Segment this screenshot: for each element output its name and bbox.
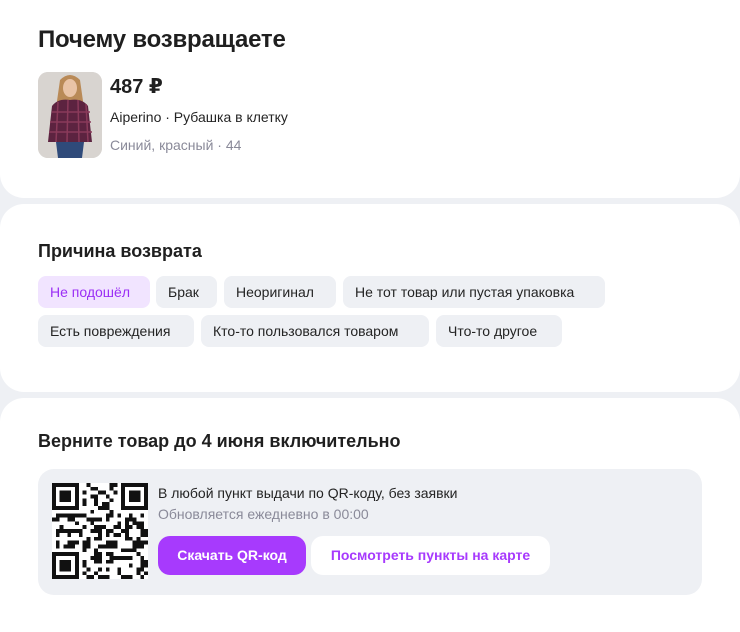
page-title: Почему возвращаете xyxy=(38,26,286,53)
product-card: Почему возвращаете 487 ₽ Aiperino · Руба xyxy=(0,0,740,198)
reason-title: Причина возврата xyxy=(38,241,202,261)
view-map-button[interactable]: Посмотреть пункты на карте xyxy=(311,536,550,575)
qr-description: В любой пункт выдачи по QR-коду, без зая… xyxy=(158,485,458,501)
qr-update-note: Обновляется ежедневно в 00:00 xyxy=(158,506,369,522)
product-name[interactable]: Aiperino · Рубашка в клетку xyxy=(110,109,288,125)
reason-card: Причина возврата Не подошёл Брак Неориги… xyxy=(0,204,740,392)
reason-chip-other[interactable]: Что-то другое xyxy=(436,315,562,347)
return-card: Верните товар до 4 июня включительно В л… xyxy=(0,398,740,632)
reason-chip-wrong-item[interactable]: Не тот товар или пустая упаковка xyxy=(343,276,605,308)
deadline-title: Верните товар до 4 июня включительно xyxy=(38,431,401,451)
qr-panel: В любой пункт выдачи по QR-коду, без зая… xyxy=(38,469,702,595)
reason-chip-used[interactable]: Кто-то пользовался товаром xyxy=(201,315,429,347)
product-price: 487 ₽ xyxy=(110,76,163,98)
download-qr-button[interactable]: Скачать QR-код xyxy=(158,536,306,575)
product-variant: Синий, красный · 44 xyxy=(110,137,242,153)
reason-chip-defect[interactable]: Брак xyxy=(156,276,217,308)
qr-code-image[interactable] xyxy=(52,483,148,579)
reason-chip-not-fit[interactable]: Не подошёл xyxy=(38,276,150,308)
product-image[interactable] xyxy=(38,72,102,158)
reason-chip-damaged[interactable]: Есть повреждения xyxy=(38,315,194,347)
reason-chip-not-original[interactable]: Неоригинал xyxy=(224,276,336,308)
